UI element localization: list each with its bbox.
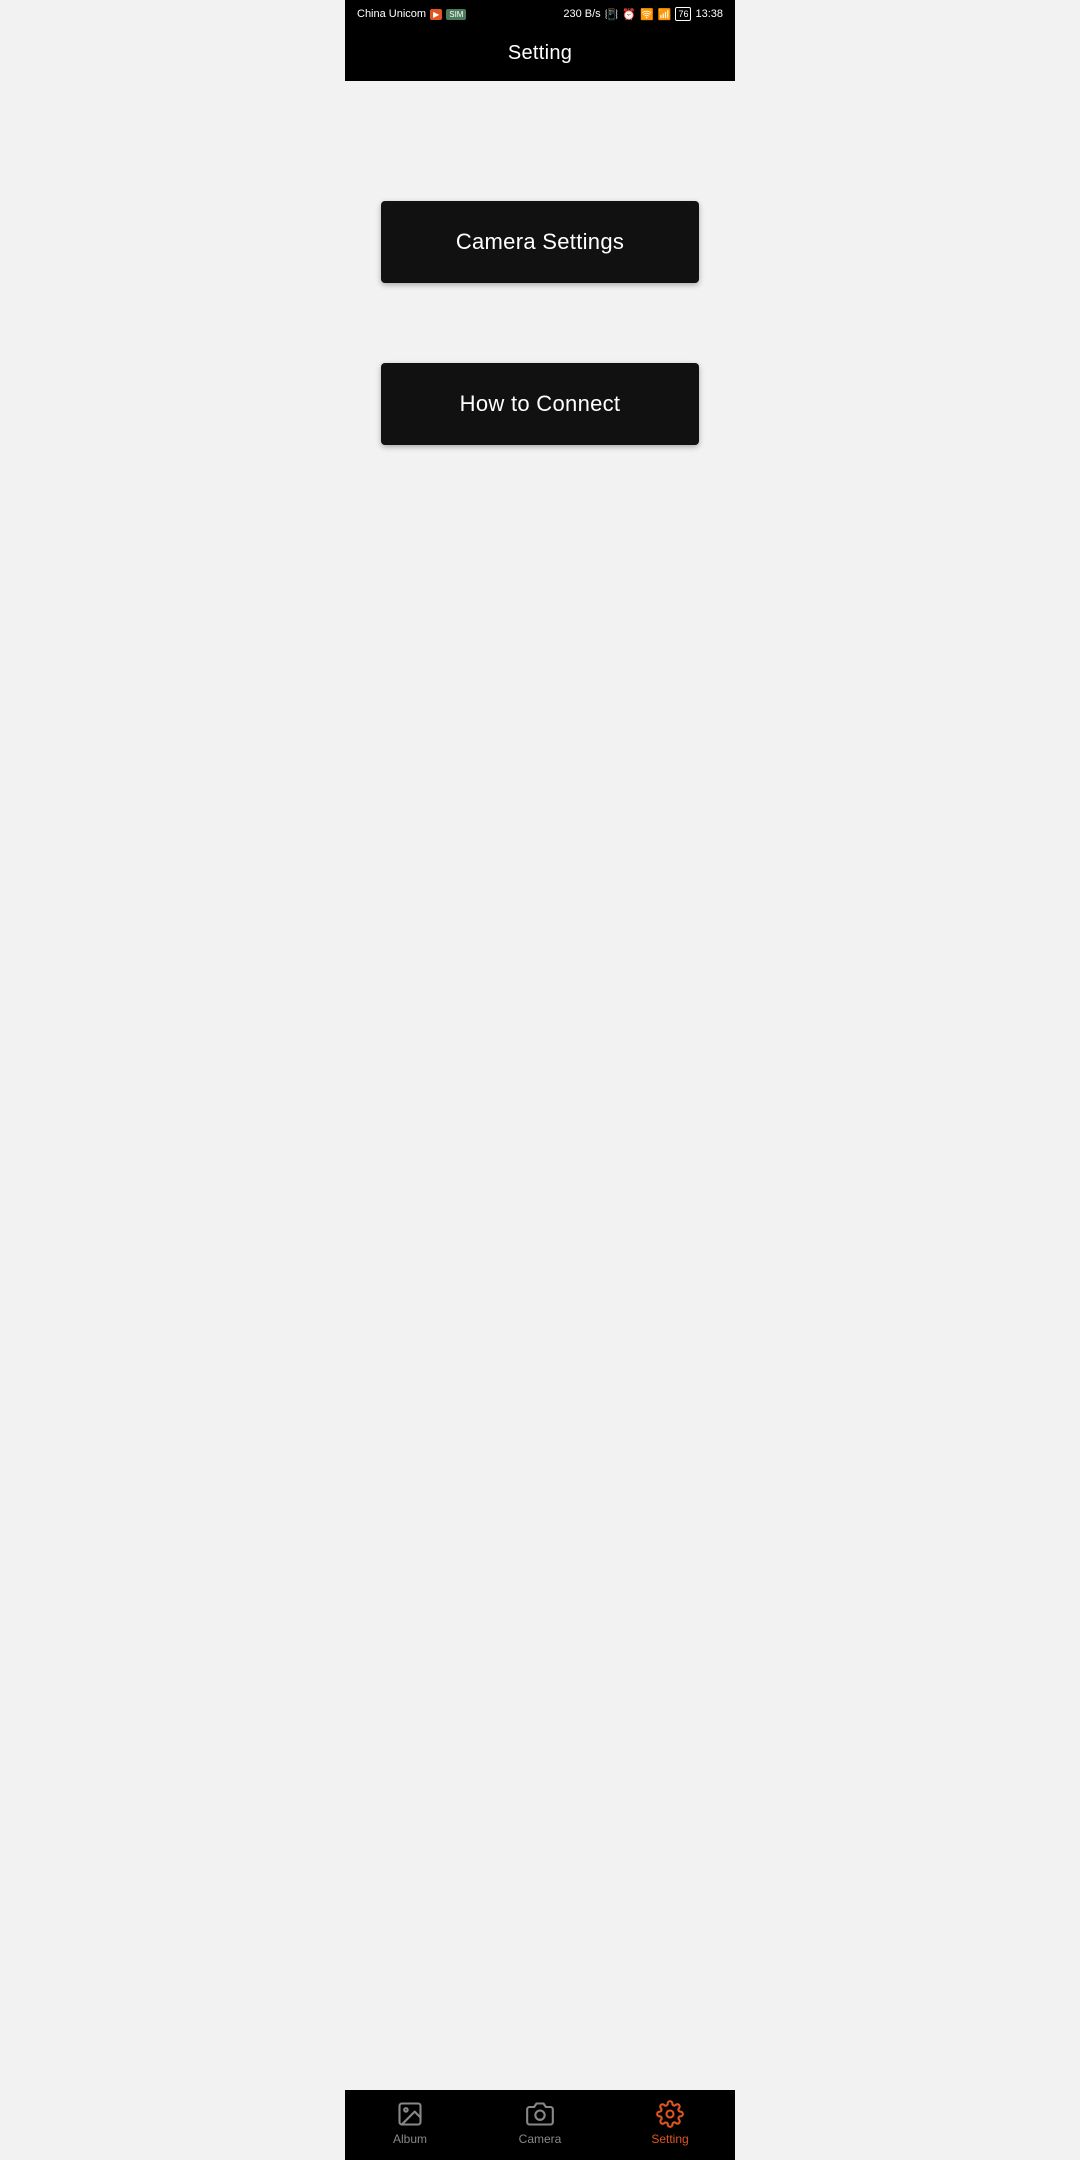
setting-icon [656, 2100, 684, 2128]
signal-icon: 📶 [658, 8, 672, 21]
how-to-connect-button[interactable]: How to Connect [381, 363, 699, 445]
nav-item-setting[interactable]: Setting [605, 2100, 735, 2146]
time-display: 13:38 [695, 8, 723, 20]
album-icon [396, 2100, 424, 2128]
main-content: Camera Settings How to Connect [345, 81, 735, 2090]
album-label: Album [393, 2132, 427, 2146]
nav-item-camera[interactable]: Camera [475, 2100, 605, 2146]
page-header: Setting [345, 28, 735, 81]
setting-label: Setting [651, 2132, 688, 2146]
page-title: Setting [508, 42, 572, 64]
wifi-icon: 🛜 [640, 8, 654, 21]
status-bar: China Unicom ▶ SIM 230 B/s 📳 ⏰ 🛜 📶 76 13… [345, 0, 735, 28]
alarm-icon: ⏰ [622, 8, 636, 21]
status-right: 230 B/s 📳 ⏰ 🛜 📶 76 13:38 [563, 7, 723, 21]
sim-icon: SIM [446, 9, 466, 20]
camera-settings-button[interactable]: Camera Settings [381, 201, 699, 283]
camera-icon [526, 2100, 554, 2128]
nav-item-album[interactable]: Album [345, 2100, 475, 2146]
vibrate-icon: 📳 [605, 8, 619, 21]
battery-level: 76 [678, 9, 688, 19]
camera-label: Camera [519, 2132, 562, 2146]
battery-icon: 76 [675, 7, 691, 21]
network-speed: 230 B/s [563, 8, 600, 20]
carrier-name: China Unicom [357, 8, 426, 20]
bottom-navigation: Album Camera Setting [345, 2090, 735, 2160]
carrier-icon: ▶ [430, 9, 442, 20]
status-left: China Unicom ▶ SIM [357, 8, 466, 20]
